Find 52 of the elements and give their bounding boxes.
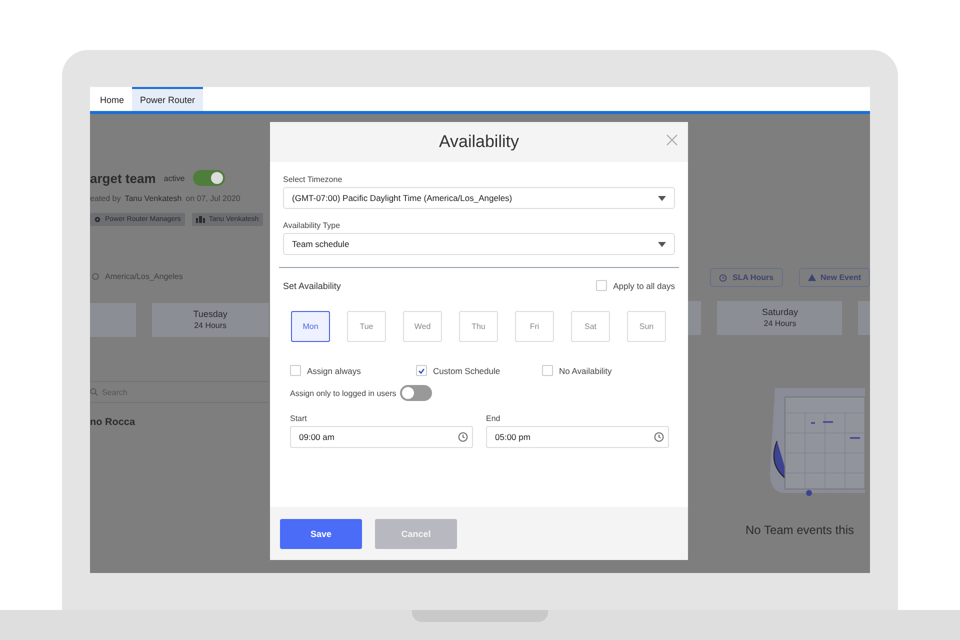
empty-message: No Team events this — [745, 523, 855, 537]
section-title: Set Availability — [283, 280, 341, 290]
day-button[interactable]: Tue — [347, 311, 386, 342]
search-icon — [90, 388, 98, 396]
day-button[interactable]: Wed — [403, 311, 442, 342]
timezone-select[interactable]: (GMT-07:00) Pacific Daylight Time (America/Los_Angeles) — [283, 187, 675, 209]
time-field[interactable]: 09:00 am — [290, 426, 473, 448]
option-checkbox[interactable]: No Availability — [542, 365, 668, 376]
time-field[interactable]: 05:00 pm — [486, 426, 669, 448]
action-button[interactable]: New Event — [798, 268, 870, 287]
caret-icon — [658, 196, 666, 200]
timezone-text: America/Los_Angeles — [105, 272, 183, 281]
day-name: Saturday — [762, 307, 798, 319]
field-label: Select Timezone — [283, 175, 344, 184]
clock-icon — [719, 274, 728, 282]
tab[interactable]: Power Router — [132, 87, 204, 111]
option-checkbox[interactable]: Custom Schedule — [416, 365, 542, 376]
logged-in-toggle[interactable] — [400, 385, 432, 401]
toggle-label: Assign only to logged in users — [290, 388, 396, 398]
day-button[interactable]: Sat — [571, 311, 610, 342]
active-toggle[interactable] — [192, 170, 225, 186]
day-name: Tuesday — [193, 309, 228, 321]
member-name: no Rocca — [90, 417, 136, 428]
save-button[interactable]: Save — [280, 518, 362, 548]
caret-icon — [658, 242, 666, 246]
status-label: active — [164, 174, 185, 182]
option-checkbox[interactable]: Assign always — [290, 365, 416, 376]
clock-icon — [654, 432, 664, 442]
tab[interactable]: Home — [92, 87, 132, 111]
day-card — [858, 301, 870, 335]
dialog-title: Availability — [438, 132, 519, 152]
day-hours: 24 Hours — [764, 318, 796, 329]
bars-icon — [196, 216, 205, 223]
field-label: Availability Type — [283, 221, 342, 230]
field-label: End — [486, 414, 502, 423]
day-button[interactable]: Mon — [291, 311, 330, 342]
field-label: Start — [290, 414, 308, 423]
day-button[interactable]: Fri — [515, 311, 554, 342]
apply-all-checkbox[interactable]: Apply to all days — [596, 280, 675, 291]
action-button[interactable]: SLA Hours — [710, 268, 783, 287]
created-date: on 07, Jul 2020 — [186, 194, 240, 203]
day-hours: 24 Hours — [194, 320, 227, 331]
day-button[interactable]: Sun — [627, 311, 666, 342]
created-label: eated by — [90, 194, 121, 203]
creator-name: Tanu Venkatesh — [124, 194, 182, 203]
check-icon — [418, 368, 425, 374]
day-card — [90, 303, 136, 337]
day-button[interactable]: Thu — [459, 311, 498, 342]
triangle-icon — [808, 274, 816, 281]
availability-type-select[interactable]: Team schedule — [283, 233, 675, 255]
team-name: arget team — [90, 170, 156, 186]
clock-icon — [458, 432, 468, 442]
